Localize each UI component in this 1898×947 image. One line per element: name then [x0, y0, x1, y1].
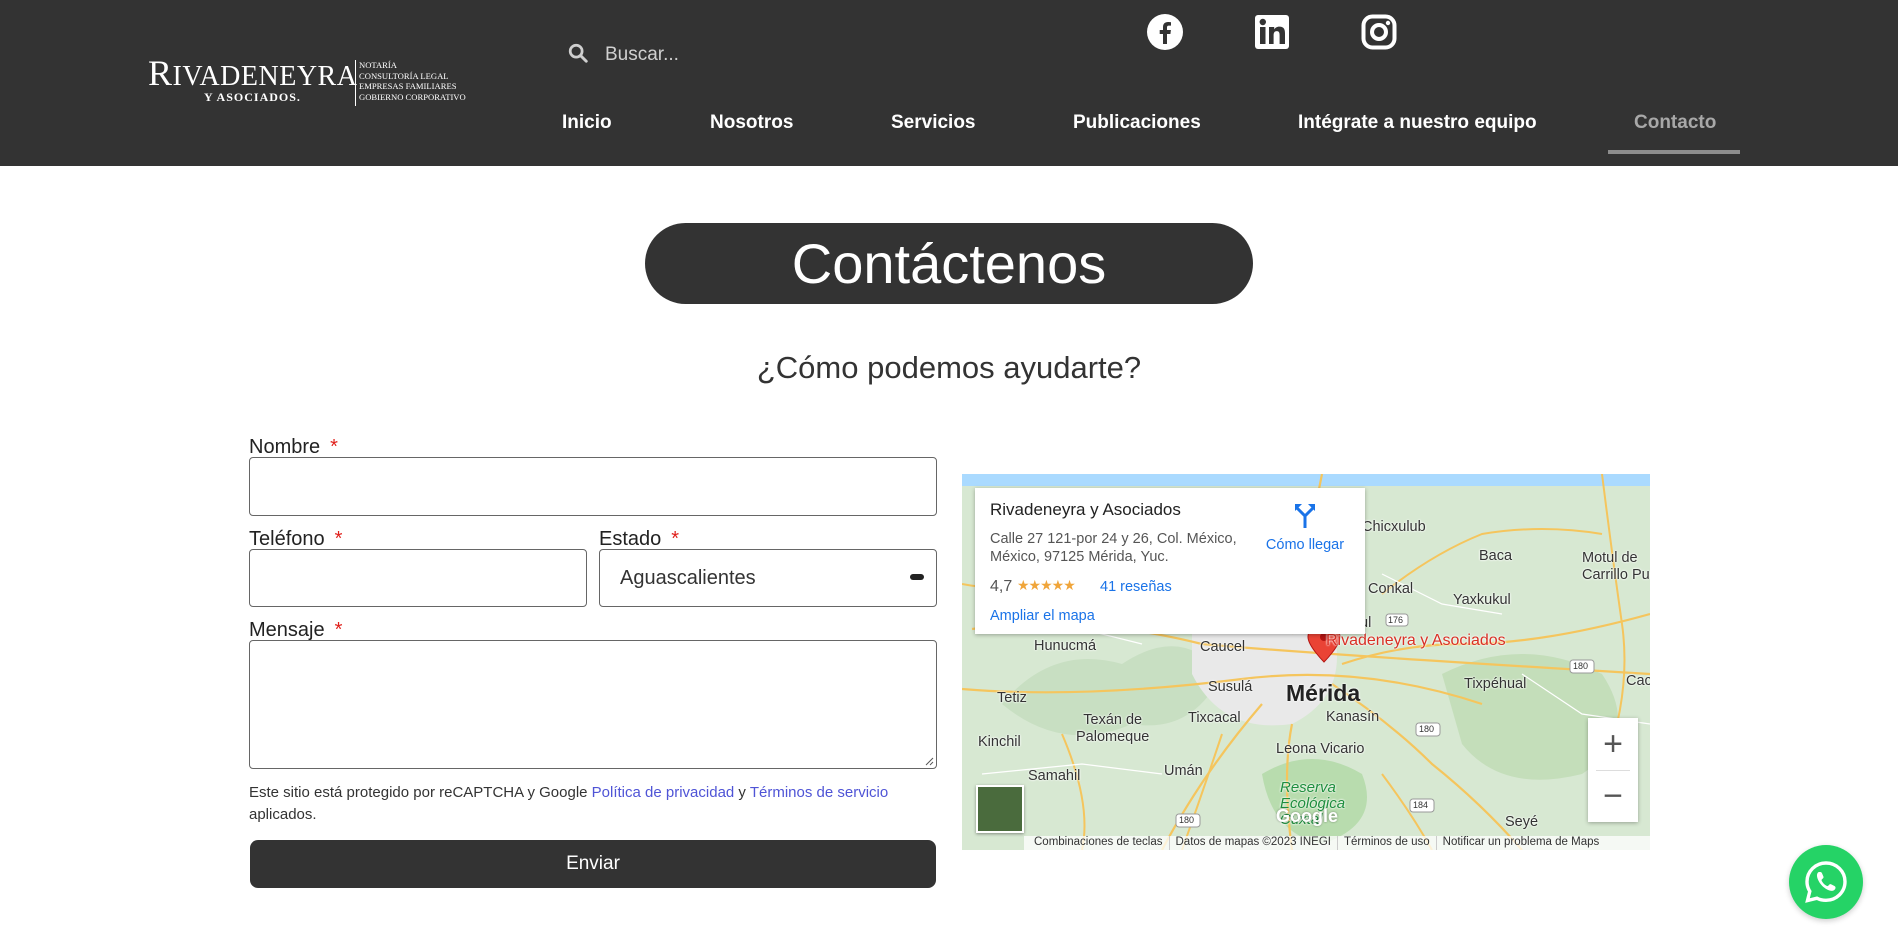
logo-services: NOTARÍA CONSULTORÍA LEGAL EMPRESAS FAMIL…: [359, 60, 466, 102]
phone-field[interactable]: [249, 549, 587, 607]
map-place-label: Mérida: [1286, 680, 1361, 706]
privacy-policy-link[interactable]: Política de privacidad: [592, 784, 735, 801]
directions-label: Cómo llegar: [1265, 537, 1345, 553]
nav-item-servicios[interactable]: Servicios: [891, 112, 976, 142]
keyboard-shortcuts-link[interactable]: Combinaciones de teclas: [1028, 836, 1170, 850]
place-name: Rivadeneyra y Asociados: [990, 500, 1181, 519]
map-place-label: Tixcacal: [1188, 710, 1241, 726]
logo-line: GOBIERNO CORPORATIVO: [359, 91, 466, 102]
logo-divider: [355, 60, 356, 106]
zoom-out-button[interactable]: −: [1588, 770, 1638, 822]
logo-line: CONSULTORÍA LEGAL: [359, 70, 449, 81]
search-bar: [567, 38, 987, 72]
page-title: Contáctenos: [645, 223, 1253, 304]
map-place-label: Hunucmá: [1034, 638, 1097, 654]
map-place-label: Motul de Carrillo Puert: [1582, 550, 1650, 583]
map-place-label: Leona Vicario: [1276, 741, 1365, 757]
required-mark: *: [671, 528, 680, 550]
reviews-link[interactable]: 41 reseñas: [1100, 579, 1172, 595]
site-header: RIVADENEYRA Y ASOCIADOS. NOTARÍA CONSULT…: [0, 0, 1898, 166]
map-place-label: Yaxkukul: [1453, 592, 1511, 608]
route-shield: 176: [1388, 615, 1404, 625]
logo-line: EMPRESAS FAMILIARES: [359, 81, 457, 91]
route-shield: 180: [1419, 724, 1435, 734]
logo-sub-text: Y ASOCIADOS.: [204, 90, 301, 104]
required-mark: *: [334, 619, 343, 641]
zoom-in-button[interactable]: +: [1588, 718, 1638, 770]
terms-of-service-link[interactable]: Términos de servicio: [750, 784, 888, 801]
map-place-label: Tixpéhual: [1464, 676, 1527, 692]
place-info-card: Rivadeneyra y Asociados Calle 27 121-por…: [975, 488, 1365, 634]
map-place-label: Umán: [1164, 763, 1203, 779]
whatsapp-icon: [1805, 861, 1847, 903]
directions-button[interactable]: Cómo llegar: [1260, 502, 1350, 553]
required-mark: *: [334, 528, 343, 550]
site-logo[interactable]: RIVADENEYRA Y ASOCIADOS. NOTARÍA CONSULT…: [148, 52, 478, 112]
phone-label: Teléfono *: [249, 528, 343, 550]
zoom-divider: [1596, 770, 1630, 771]
name-field[interactable]: [249, 457, 937, 516]
map-place-label: Kanasín: [1326, 709, 1380, 725]
map-place-label: Tetiz: [997, 690, 1027, 706]
message-label: Mensaje *: [249, 619, 343, 641]
map-place-label: Cac: [1626, 673, 1650, 689]
map-place-label: Kinchil: [978, 734, 1021, 750]
nav-item-publicaciones[interactable]: Publicaciones: [1073, 112, 1201, 142]
nav-item-inicio[interactable]: Inicio: [562, 112, 612, 142]
whatsapp-button[interactable]: [1789, 845, 1863, 919]
nav-item-integrate[interactable]: Intégrate a nuestro equipo: [1298, 112, 1537, 142]
nav-item-contacto[interactable]: Contacto: [1634, 112, 1716, 142]
map-pin-label[interactable]: Rivadeneyra y Asociados: [1326, 632, 1506, 650]
map-place-label: Samahil: [1028, 768, 1081, 784]
place-rating: 4,7: [990, 578, 1013, 595]
instagram-icon[interactable]: [1359, 12, 1399, 52]
search-icon[interactable]: [567, 42, 589, 69]
route-shield: 180: [1179, 815, 1195, 825]
map-place-label: Chicxulub: [1362, 519, 1426, 535]
report-problem-link[interactable]: Notificar un problema de Maps: [1437, 836, 1606, 850]
linkedin-icon[interactable]: [1252, 12, 1292, 52]
state-select-value: Aguascalientes: [620, 566, 756, 589]
name-label: Nombre *: [249, 436, 338, 458]
map-place-label: Susulá: [1208, 679, 1253, 695]
terms-of-use-link[interactable]: Términos de uso: [1338, 836, 1437, 850]
place-address: Calle 27 121-por 24 y 26, Col. México, M…: [990, 531, 1237, 565]
route-shield: 184: [1413, 800, 1429, 810]
note-text: Este sitio está protegido por reCAPTCHA …: [249, 784, 592, 801]
map-place-label: Caucel: [1200, 639, 1246, 655]
google-logo: Google: [1276, 806, 1338, 826]
map-attribution: Combinaciones de teclas Datos de mapas ©…: [1024, 836, 1650, 850]
message-textarea[interactable]: [249, 640, 937, 769]
facebook-icon[interactable]: [1145, 12, 1185, 52]
recaptcha-note: Este sitio está protegido por reCAPTCHA …: [249, 782, 949, 826]
active-nav-indicator: [1608, 150, 1740, 154]
expand-map-link[interactable]: Ampliar el mapa: [990, 608, 1095, 624]
map-place-label: Baca: [1479, 548, 1513, 564]
resize-handle-icon[interactable]: [924, 756, 934, 766]
chevron-down-icon: [910, 574, 924, 580]
submit-button[interactable]: Enviar: [250, 840, 936, 888]
rating-stars: ★★★★★: [1017, 577, 1076, 593]
logo-line: NOTARÍA: [359, 60, 397, 70]
state-label: Estado *: [599, 528, 680, 550]
directions-icon: [1295, 504, 1315, 528]
state-select[interactable]: Aguascalientes: [599, 549, 937, 607]
map-place-label: Texán de Palomeque: [1076, 712, 1150, 745]
map-layers-button[interactable]: [976, 785, 1024, 833]
map-place-label: Conkal: [1368, 581, 1414, 597]
note-text: y: [734, 784, 750, 801]
map-zoom-controls: + −: [1588, 718, 1638, 822]
note-text: aplicados.: [249, 806, 317, 823]
map-place-label: Seyé: [1505, 814, 1539, 830]
map-data-credit: Datos de mapas ©2023 INEGI: [1170, 836, 1338, 850]
logo-main-text: RIVADENEYRA: [148, 53, 358, 93]
nav-item-nosotros[interactable]: Nosotros: [710, 112, 793, 142]
search-input[interactable]: [605, 44, 905, 66]
google-map[interactable]: 176 180 180 180 184 Chicxulub Baca Motul…: [962, 474, 1650, 850]
page-subtitle: ¿Cómo podemos ayudarte?: [756, 350, 1142, 385]
required-mark: *: [330, 436, 338, 458]
route-shield: 180: [1573, 661, 1589, 671]
